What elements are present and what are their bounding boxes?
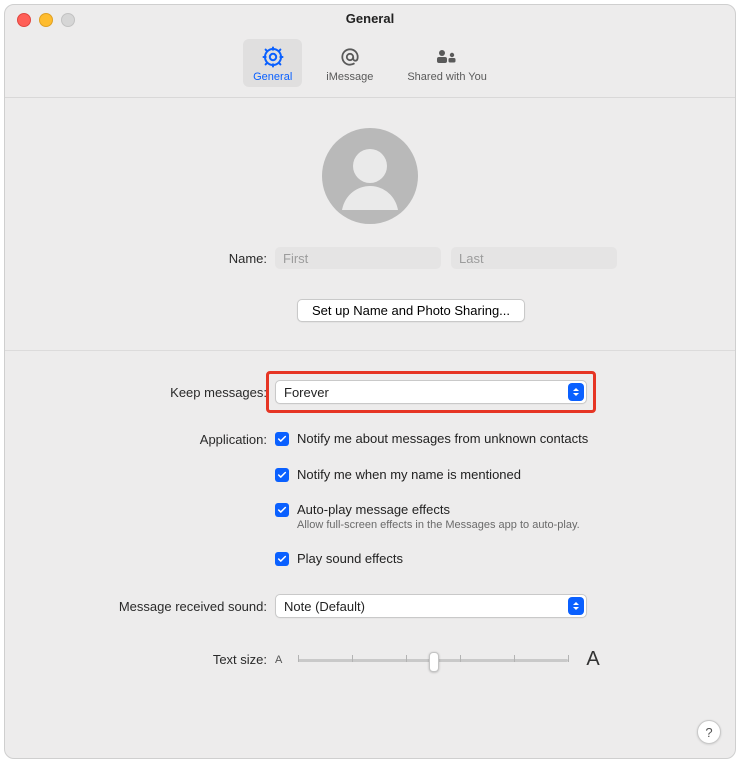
received-sound-label: Message received sound:	[35, 599, 275, 614]
setup-sharing-button[interactable]: Set up Name and Photo Sharing...	[297, 299, 525, 322]
checkbox-autoplay-effects[interactable]	[275, 503, 289, 517]
tab-shared-with-you[interactable]: Shared with You	[397, 39, 497, 87]
keep-messages-value: Forever	[284, 385, 329, 400]
minimize-window-button[interactable]	[39, 13, 53, 27]
checkbox-name-mentioned[interactable]	[275, 468, 289, 482]
close-window-button[interactable]	[17, 13, 31, 27]
first-name-field[interactable]	[275, 247, 441, 269]
stepper-icon	[568, 383, 584, 401]
tab-general[interactable]: General	[243, 39, 302, 87]
checkbox-label: Notify me when my name is mentioned	[297, 467, 521, 482]
content: Name: Set up Name and Photo Sharing... K…	[5, 98, 735, 681]
tab-label: iMessage	[326, 71, 373, 83]
at-icon	[338, 45, 362, 69]
checkbox-label: Auto-play message effects	[297, 502, 450, 517]
checkbox-unknown-contacts[interactable]	[275, 432, 289, 446]
zoom-window-button[interactable]	[61, 13, 75, 27]
text-size-small-marker: A	[275, 654, 282, 666]
keep-messages-highlight: Forever	[266, 371, 596, 413]
text-size-slider[interactable]	[298, 650, 568, 670]
help-icon: ?	[705, 725, 712, 740]
stepper-icon	[568, 597, 584, 615]
received-sound-popup[interactable]: Note (Default)	[275, 594, 587, 618]
checkbox-play-sound[interactable]	[275, 552, 289, 566]
checkbox-label: Notify me about messages from unknown co…	[297, 431, 588, 446]
received-sound-value: Note (Default)	[284, 599, 365, 614]
autoplay-subtext: Allow full-screen effects in the Message…	[297, 519, 705, 531]
application-label: Application:	[35, 431, 275, 447]
gear-icon	[261, 45, 285, 69]
text-size-label: Text size:	[35, 652, 275, 667]
preferences-window: General General iMessage	[4, 4, 736, 759]
keep-messages-popup[interactable]: Forever	[275, 380, 587, 404]
window-title: General	[5, 5, 735, 26]
text-size-large-marker: A	[586, 648, 599, 671]
help-button[interactable]: ?	[697, 720, 721, 744]
name-label: Name:	[35, 251, 275, 266]
titlebar: General	[5, 5, 735, 33]
keep-messages-label: Keep messages:	[35, 385, 275, 400]
tab-label: General	[253, 71, 292, 83]
divider	[5, 350, 735, 351]
people-icon	[434, 45, 460, 69]
window-controls	[17, 13, 75, 27]
slider-knob[interactable]	[429, 652, 439, 672]
tab-label: Shared with You	[407, 71, 487, 83]
tab-imessage[interactable]: iMessage	[316, 39, 383, 87]
checkbox-label: Play sound effects	[297, 551, 403, 566]
toolbar: General iMessage Shared with You	[5, 33, 735, 98]
last-name-field[interactable]	[451, 247, 617, 269]
avatar[interactable]	[322, 128, 418, 224]
